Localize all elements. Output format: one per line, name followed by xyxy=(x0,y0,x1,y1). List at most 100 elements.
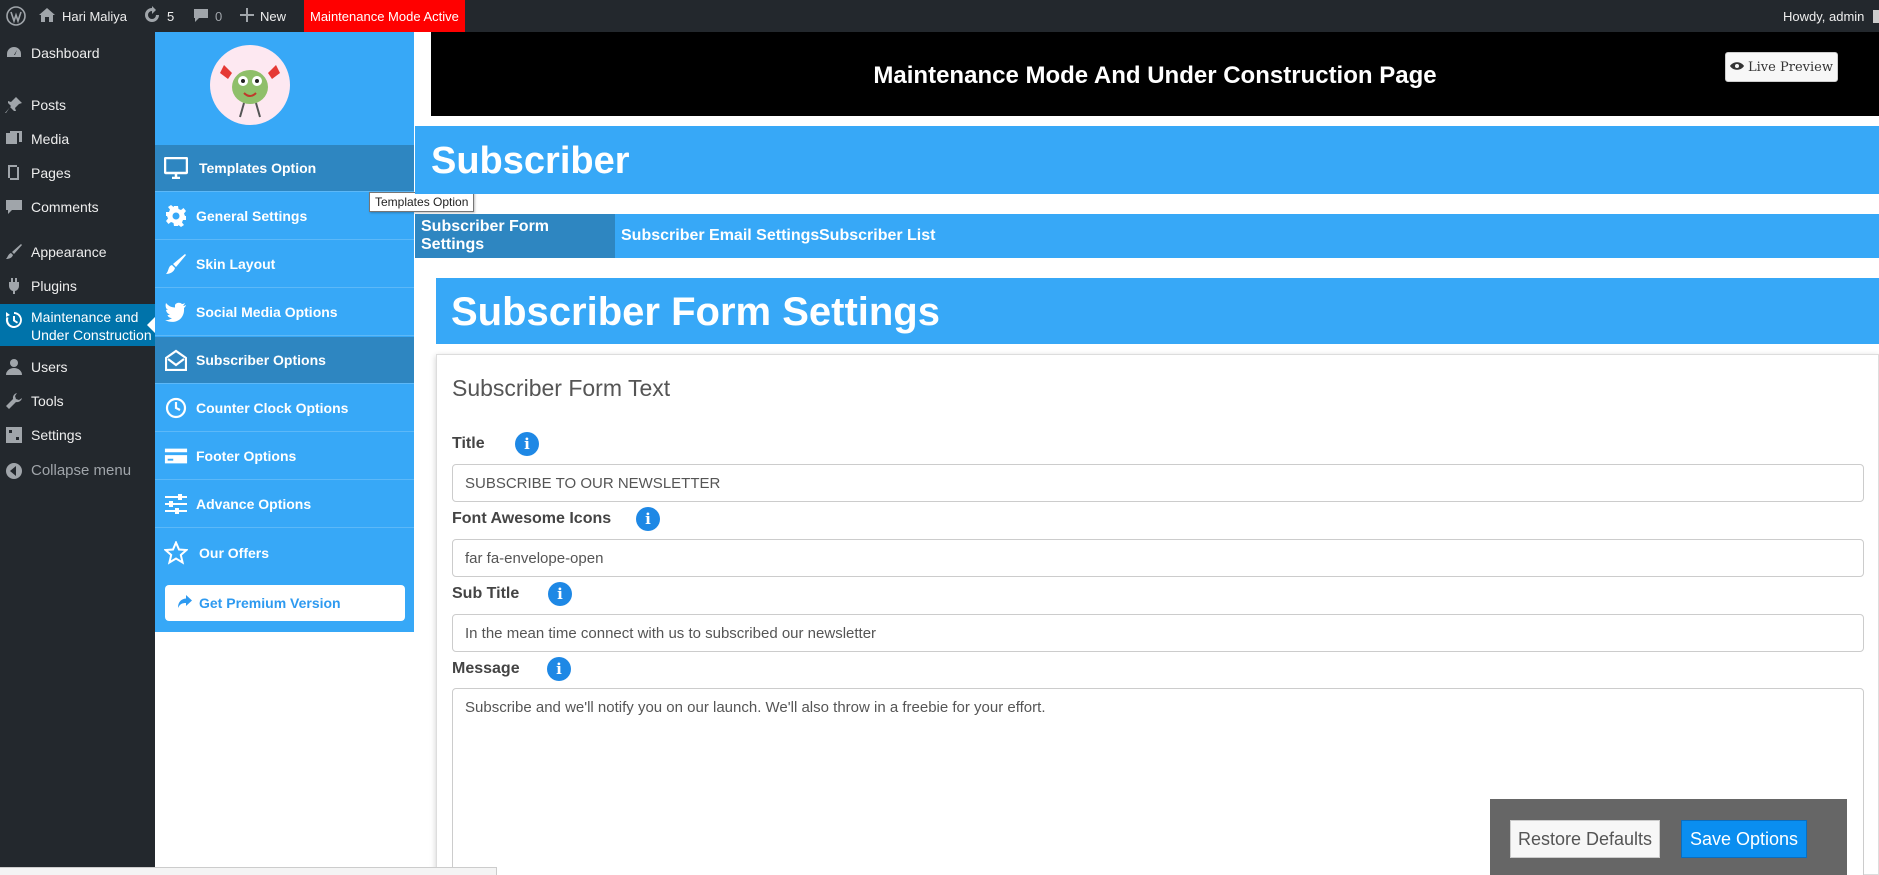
menu-label: Users xyxy=(31,359,68,375)
info-icon[interactable]: i xyxy=(515,432,539,456)
plugin-nav-social-media[interactable]: Social Media Options xyxy=(155,289,414,336)
info-icon[interactable]: i xyxy=(548,582,572,606)
title-field[interactable]: SUBSCRIBE TO OUR NEWSLETTER xyxy=(452,464,1864,502)
settings-icon xyxy=(4,425,24,445)
menu-item-pages[interactable]: Pages xyxy=(0,158,155,188)
comments-count: 0 xyxy=(215,8,223,24)
menu-item-plugins[interactable]: Plugins xyxy=(0,271,155,301)
menu-item-maintenance[interactable]: Maintenance and Under Construction xyxy=(0,304,155,346)
tab-subscriber-list[interactable]: Subscriber List xyxy=(813,214,941,258)
admin-menu: Dashboard Posts Media Pages Comments App… xyxy=(0,32,155,875)
envelope-open-icon xyxy=(164,348,188,372)
users-icon xyxy=(4,357,24,377)
plugin-nav-label: Our Offers xyxy=(199,544,270,561)
twitter-icon xyxy=(164,300,188,324)
wrench-icon xyxy=(4,391,24,411)
gear-icon xyxy=(164,204,188,228)
plugin-nav-footer-options[interactable]: Footer Options xyxy=(155,433,414,480)
credit-card-icon xyxy=(164,444,188,468)
plugin-header: Maintenance Mode And Under Construction … xyxy=(431,32,1879,116)
home-icon xyxy=(38,7,56,26)
menu-label: Settings xyxy=(31,427,82,443)
browser-status-bar xyxy=(0,867,497,875)
live-preview-button[interactable]: Live Preview xyxy=(1725,52,1838,82)
sliders-icon xyxy=(164,492,188,516)
maintenance-mode-badge[interactable]: Maintenance Mode Active xyxy=(304,0,465,32)
card-title: Subscriber Form Text xyxy=(452,375,671,401)
get-premium-button[interactable]: Get Premium Version xyxy=(165,585,405,621)
menu-label: Media xyxy=(31,131,70,147)
menu-item-users[interactable]: Users xyxy=(0,352,155,382)
section-title: Subscriber Form Settings xyxy=(451,290,940,334)
admin-bar: Hari Maliya 5 0 New Maintenance Mode Act… xyxy=(0,0,1879,32)
plugin-nav-advance-options[interactable]: Advance Options xyxy=(155,481,414,528)
menu-item-appearance[interactable]: Appearance xyxy=(0,237,155,267)
dashboard-icon xyxy=(4,43,24,63)
plugin-icon xyxy=(4,276,24,296)
paintbrush-icon xyxy=(164,252,188,276)
menu-item-media[interactable]: Media xyxy=(0,124,155,154)
updates-link[interactable]: 5 xyxy=(143,0,174,32)
menu-item-comments[interactable]: Comments xyxy=(0,192,155,222)
site-name-link[interactable]: Hari Maliya xyxy=(38,0,127,32)
plugin-header-title: Maintenance Mode And Under Construction … xyxy=(873,62,1437,89)
updates-icon xyxy=(143,5,161,27)
plugin-nav-label: Skin Layout xyxy=(196,256,276,272)
info-icon[interactable]: i xyxy=(636,507,660,531)
get-premium-label: Get Premium Version xyxy=(199,595,341,611)
history-icon xyxy=(4,310,24,330)
plugin-nav-label: General Settings xyxy=(196,208,308,224)
menu-label: Tools xyxy=(31,393,64,409)
comment-bubble-icon xyxy=(193,7,209,26)
menu-label: Dashboard xyxy=(31,45,100,61)
howdy-user-link[interactable]: Howdy, admin xyxy=(1783,0,1864,32)
plugin-nav-skin-layout[interactable]: Skin Layout xyxy=(155,241,414,288)
brush-icon xyxy=(4,242,24,262)
title-field-label: Title xyxy=(452,435,485,452)
plugin-nav-counter-clock[interactable]: Counter Clock Options xyxy=(155,385,414,432)
updates-count: 5 xyxy=(167,8,175,24)
clock-icon xyxy=(164,396,188,420)
media-icon xyxy=(4,129,24,149)
collapse-label: Collapse menu xyxy=(31,462,132,479)
tooltip: Templates Option xyxy=(369,192,475,212)
site-name-label: Hari Maliya xyxy=(62,8,128,24)
collapse-menu-button[interactable]: Collapse menu xyxy=(0,456,155,486)
save-options-button[interactable]: Save Options xyxy=(1681,820,1807,858)
pages-icon xyxy=(4,163,24,183)
menu-item-settings[interactable]: Settings xyxy=(0,420,155,450)
live-preview-label: Live Preview xyxy=(1748,59,1833,75)
wordpress-logo-icon[interactable] xyxy=(6,0,26,32)
current-arrow-icon xyxy=(147,317,155,333)
tab-subscriber-form-settings[interactable]: Subscriber Form Settings xyxy=(415,214,615,258)
comments-link[interactable]: 0 xyxy=(193,0,222,32)
section-title-banner: Subscriber Form Settings xyxy=(436,278,1879,344)
avatar[interactable] xyxy=(1873,10,1879,23)
pin-icon xyxy=(4,95,24,115)
plugin-nav-subscriber-options[interactable]: Subscriber Options xyxy=(155,337,414,384)
share-arrow-icon xyxy=(177,594,193,613)
sub-title-field[interactable]: In the mean time connect with us to subs… xyxy=(452,614,1864,652)
plugin-nav-label: Advance Options xyxy=(196,496,312,512)
tab-subscriber-email-settings[interactable]: Subscriber Email Settings xyxy=(615,214,825,258)
plugin-nav-our-offers[interactable]: Our Offers xyxy=(155,529,414,576)
new-label: New xyxy=(260,8,287,24)
plugin-nav-label: Footer Options xyxy=(196,448,297,464)
font-awesome-icons-field[interactable]: far fa-envelope-open xyxy=(452,539,1864,577)
menu-item-posts[interactable]: Posts xyxy=(0,90,155,120)
page-title-banner: Subscriber xyxy=(415,126,1879,194)
restore-defaults-button[interactable]: Restore Defaults xyxy=(1510,820,1660,858)
menu-label: Posts xyxy=(31,97,67,113)
plugin-logo xyxy=(210,45,290,125)
page-title: Subscriber xyxy=(431,140,630,182)
plugin-nav-templates[interactable]: Templates Option xyxy=(155,145,414,192)
font-awesome-icons-label: Font Awesome Icons xyxy=(452,510,612,527)
collapse-arrow-icon xyxy=(4,461,24,481)
menu-item-dashboard[interactable]: Dashboard xyxy=(0,38,155,68)
info-icon[interactable]: i xyxy=(547,657,571,681)
menu-label: Appearance xyxy=(31,244,107,260)
menu-label: Pages xyxy=(31,165,71,181)
comments-icon xyxy=(4,197,24,217)
new-content-link[interactable]: New xyxy=(240,0,286,32)
menu-item-tools[interactable]: Tools xyxy=(0,386,155,416)
